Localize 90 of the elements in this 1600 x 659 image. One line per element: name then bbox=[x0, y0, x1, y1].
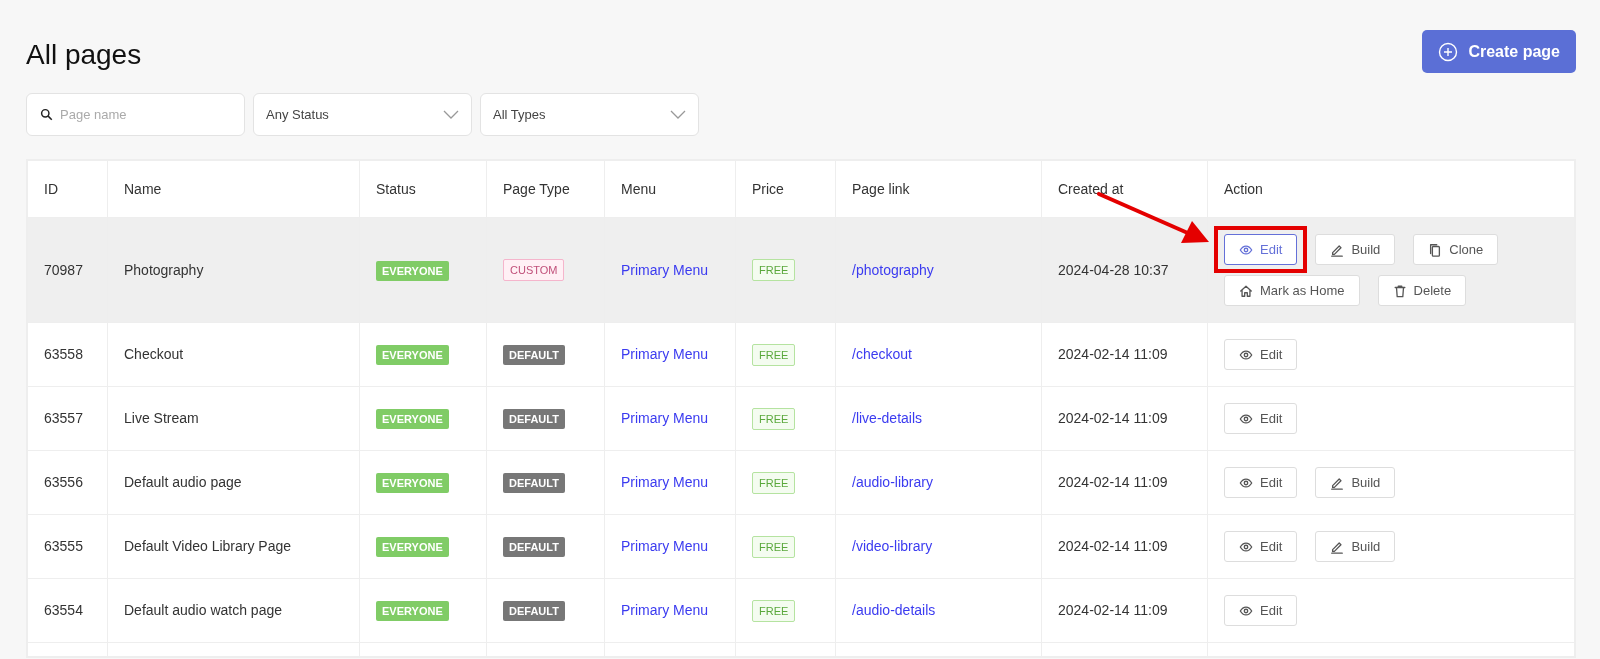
page-link[interactable]: /video-library bbox=[852, 538, 933, 554]
page-link[interactable]: /photography bbox=[852, 261, 934, 278]
eye-icon bbox=[1239, 603, 1253, 618]
page-link[interactable]: /checkout bbox=[852, 346, 912, 362]
page-link[interactable]: /audio-details bbox=[852, 602, 936, 618]
page-type-badge: DEFAULT bbox=[503, 409, 565, 429]
clone-button[interactable]: Clone bbox=[1413, 234, 1499, 265]
price-badge: FREE bbox=[752, 535, 796, 558]
edit-button[interactable]: Edit bbox=[1224, 531, 1298, 562]
edit-button[interactable]: Edit bbox=[1224, 339, 1298, 370]
plus-circle-icon bbox=[1438, 41, 1459, 62]
page-name: Default audio watch page bbox=[124, 602, 282, 618]
edit-button[interactable]: Edit bbox=[1224, 234, 1298, 265]
id-text: 63557 bbox=[44, 410, 83, 426]
column-header: ID bbox=[44, 180, 58, 197]
id-text: 63555 bbox=[44, 538, 83, 554]
chevron-down-icon bbox=[443, 110, 459, 119]
column-header: Name bbox=[124, 180, 162, 197]
page-type-badge: DEFAULT bbox=[503, 345, 565, 365]
column-header: Page Type bbox=[503, 180, 570, 197]
page-link[interactable]: /audio-library bbox=[852, 474, 933, 490]
menu-link[interactable]: Primary Menu bbox=[621, 410, 709, 426]
pencil-icon bbox=[1330, 539, 1345, 554]
price-badge: FREE bbox=[752, 471, 796, 494]
eye-icon bbox=[1239, 242, 1253, 257]
page-name: Default Video Library Page bbox=[124, 538, 292, 554]
id-text: 63558 bbox=[44, 346, 83, 362]
id-text: 63556 bbox=[44, 474, 83, 490]
created-date: 2024-02-14 11:09 bbox=[1058, 410, 1168, 426]
column-header: Created at bbox=[1058, 180, 1124, 197]
status-badge: EVERYONE bbox=[376, 345, 449, 365]
status-badge: EVERYONE bbox=[376, 409, 449, 429]
eye-icon bbox=[1239, 411, 1253, 426]
build-button[interactable]: Build bbox=[1315, 531, 1396, 562]
created-date: 2024-02-14 11:09 bbox=[1058, 602, 1168, 618]
column-header: Status bbox=[376, 180, 416, 197]
page-title: All pages bbox=[26, 38, 142, 72]
status-badge: EVERYONE bbox=[376, 601, 449, 621]
edit-button[interactable]: Edit bbox=[1224, 595, 1298, 626]
page-link[interactable]: /live-details bbox=[852, 410, 923, 426]
eye-icon bbox=[1239, 347, 1253, 362]
build-button[interactable]: Build bbox=[1315, 234, 1396, 265]
page-type-badge: DEFAULT bbox=[503, 601, 565, 621]
page-name: Live Stream bbox=[124, 410, 199, 426]
column-header: Action bbox=[1224, 180, 1263, 197]
copy-icon bbox=[1428, 242, 1443, 257]
eye-icon bbox=[1239, 475, 1253, 490]
page-name: Checkout bbox=[124, 346, 184, 362]
page-type-badge: DEFAULT bbox=[503, 473, 565, 493]
home-button[interactable]: Mark as Home bbox=[1224, 275, 1360, 306]
delete-button[interactable]: Delete bbox=[1377, 275, 1467, 306]
menu-link[interactable]: Primary Menu bbox=[621, 538, 709, 554]
create-page-button[interactable]: Create page bbox=[1422, 30, 1576, 73]
price-badge: FREE bbox=[752, 599, 796, 622]
edit-button[interactable]: Edit bbox=[1224, 467, 1298, 498]
search-icon bbox=[40, 108, 53, 121]
column-header: Menu bbox=[621, 180, 657, 197]
type-dropdown[interactable]: All Types bbox=[480, 93, 699, 136]
created-date: 2024-02-14 11:09 bbox=[1058, 474, 1168, 490]
edit-button[interactable]: Edit bbox=[1224, 403, 1298, 434]
status-dropdown[interactable]: Any Status bbox=[253, 93, 472, 136]
page-name: Photography bbox=[124, 261, 204, 278]
status-badge: EVERYONE bbox=[376, 537, 449, 557]
menu-link[interactable]: Primary Menu bbox=[621, 602, 709, 618]
price-badge: FREE bbox=[752, 407, 796, 430]
pencil-icon bbox=[1330, 475, 1345, 490]
price-badge: FREE bbox=[752, 259, 796, 281]
trash-icon bbox=[1392, 283, 1407, 298]
id-text: 70987 bbox=[44, 261, 83, 278]
created-date: 2024-04-28 10:37 bbox=[1058, 261, 1169, 278]
menu-link[interactable]: Primary Menu bbox=[621, 474, 709, 490]
build-button[interactable]: Build bbox=[1315, 467, 1396, 498]
page-type-badge: CUSTOM bbox=[503, 259, 565, 281]
page-type-badge: DEFAULT bbox=[503, 537, 565, 557]
pencil-icon bbox=[1330, 242, 1345, 257]
menu-link[interactable]: Primary Menu bbox=[621, 346, 709, 362]
status-badge: EVERYONE bbox=[376, 260, 449, 281]
column-header: Page link bbox=[852, 180, 910, 197]
column-header: Price bbox=[752, 180, 784, 197]
search-field[interactable]: Page name bbox=[26, 93, 245, 136]
eye-icon bbox=[1239, 539, 1253, 554]
status-badge: EVERYONE bbox=[376, 473, 449, 493]
created-date: 2024-02-14 11:09 bbox=[1058, 538, 1168, 554]
chevron-down-icon bbox=[670, 110, 686, 119]
price-badge: FREE bbox=[752, 343, 796, 366]
created-date: 2024-02-14 11:09 bbox=[1058, 346, 1168, 362]
menu-link[interactable]: Primary Menu bbox=[621, 261, 709, 278]
id-text: 63554 bbox=[44, 602, 83, 618]
page-name: Default audio page bbox=[124, 474, 242, 490]
house-icon bbox=[1239, 283, 1253, 298]
